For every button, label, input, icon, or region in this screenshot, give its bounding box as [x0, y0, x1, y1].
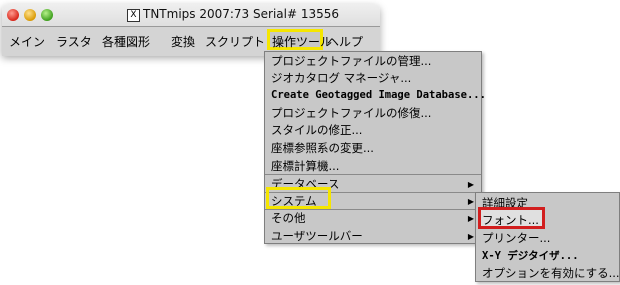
- submenu-item-font[interactable]: フォント...: [482, 212, 539, 228]
- menu-item-geocatalog-manager[interactable]: ジオカタログ マネージャ...: [271, 70, 411, 86]
- tools-dropdown-menu: プロジェクトファイルの管理... ジオカタログ マネージャ... Create …: [264, 51, 486, 244]
- menu-script[interactable]: スクリプト: [205, 33, 265, 50]
- menu-item-other[interactable]: その他: [271, 210, 306, 226]
- menu-convert[interactable]: 変換: [171, 33, 195, 50]
- menu-item-project-file-repair[interactable]: プロジェクトファイルの修復...: [271, 105, 431, 121]
- close-button[interactable]: [7, 9, 19, 21]
- submenu-item-xy-digitizer[interactable]: X-Y デジタイザ...: [482, 248, 579, 263]
- menu-item-coord-calculator[interactable]: 座標計算機...: [271, 158, 339, 174]
- app-window: X TNTmips 2007:73 Serial# 13556 メイン ラスタ …: [2, 4, 380, 56]
- menu-geometric[interactable]: 各種図形: [102, 33, 150, 50]
- menu-item-crs-change[interactable]: 座標参照系の変更...: [271, 140, 374, 156]
- menu-separator: [265, 174, 481, 175]
- submenu-arrow-icon: ▶: [467, 214, 474, 223]
- menu-tools[interactable]: 操作ツール: [272, 33, 332, 50]
- menu-item-user-toolbar[interactable]: ユーザツールバー: [271, 228, 363, 244]
- submenu-item-printer[interactable]: プリンター...: [482, 230, 550, 246]
- window-title: TNTmips 2007:73 Serial# 13556: [143, 7, 340, 21]
- menu-item-style-edit[interactable]: スタイルの修正...: [271, 122, 362, 138]
- zoom-button[interactable]: [41, 9, 53, 21]
- minimize-button[interactable]: [24, 9, 36, 21]
- menu-item-system[interactable]: システム: [271, 193, 317, 209]
- submenu-arrow-icon: ▶: [467, 232, 474, 241]
- title-bar[interactable]: X TNTmips 2007:73 Serial# 13556: [2, 4, 380, 26]
- menu-help[interactable]: ヘルプ: [327, 33, 363, 50]
- submenu-arrow-icon: ▶: [467, 180, 474, 189]
- menu-item-project-file-manager[interactable]: プロジェクトファイルの管理...: [271, 53, 431, 69]
- submenu-item-enable-options[interactable]: オプションを有効にする...: [482, 265, 620, 281]
- system-submenu: 詳細設定 フォント... プリンター... X-Y デジタイザ... オプション…: [475, 192, 620, 282]
- menu-main[interactable]: メイン: [9, 33, 45, 50]
- menu-item-create-geotagged-db[interactable]: Create Geotagged Image Database...: [271, 89, 486, 101]
- menu-raster[interactable]: ラスタ: [56, 33, 92, 50]
- x11-icon: X: [127, 9, 140, 22]
- submenu-arrow-icon: ▶: [467, 197, 474, 206]
